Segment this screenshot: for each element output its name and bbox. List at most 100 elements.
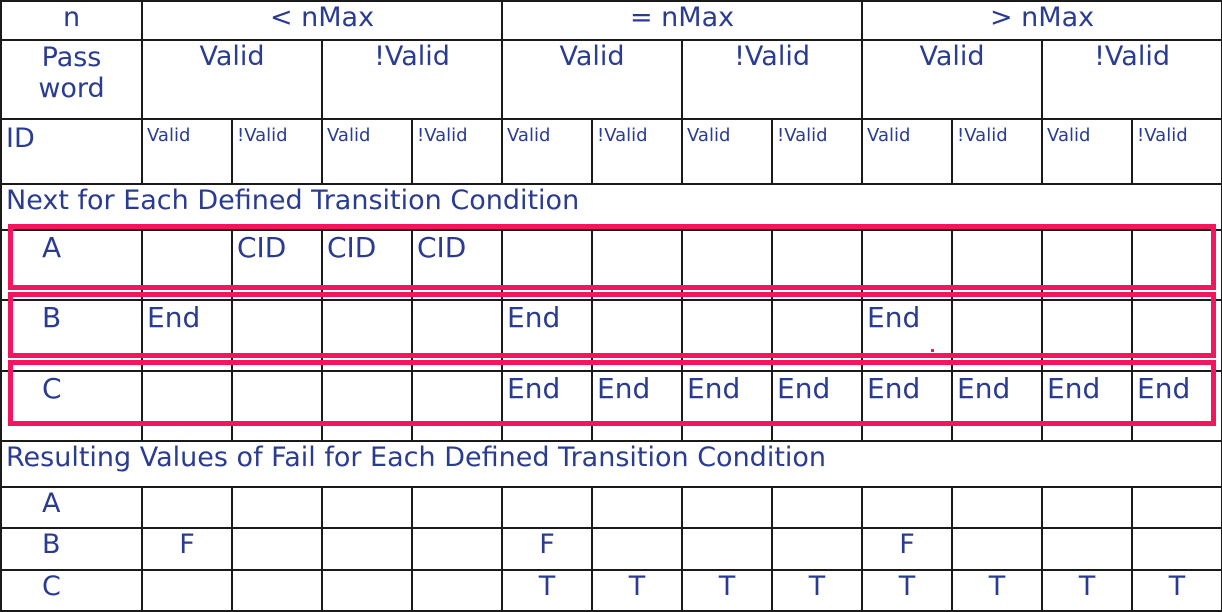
- cell-fail-b-10: [1041, 527, 1134, 571]
- header-id-1: !Valid: [231, 118, 323, 186]
- row-label-next-b: B: [0, 299, 143, 372]
- cell-next-b-0: End: [141, 299, 233, 372]
- section-heading-fail: Resulting Values of Fail for Each Define…: [0, 440, 1222, 488]
- cell-next-b-4: End: [501, 299, 594, 372]
- cell-next-b-9: [951, 299, 1044, 372]
- cell-next-a-4: [501, 228, 594, 302]
- cell-fail-b-7: [771, 527, 864, 571]
- cell-next-b-6: [681, 299, 774, 372]
- cell-fail-b-6: [681, 527, 774, 571]
- header-password-group-2: Valid: [501, 39, 684, 121]
- cell-next-c-11: End: [1131, 369, 1222, 443]
- cell-fail-c-10: T: [1041, 568, 1134, 612]
- row-label-fail-a: A: [0, 485, 143, 530]
- cell-fail-b-0: F: [141, 527, 233, 571]
- cell-fail-a-1: [231, 485, 323, 530]
- cell-next-a-1: CID: [231, 228, 323, 302]
- cell-next-c-2: [321, 369, 413, 443]
- cell-fail-a-11: [1131, 485, 1222, 530]
- cell-next-a-0: [141, 228, 233, 302]
- cell-fail-b-5: [591, 527, 684, 571]
- cell-fail-c-0: [141, 568, 233, 612]
- cell-next-c-1: [231, 369, 323, 443]
- decision-table: n < nMax = nMax > nMax Pass word Valid !…: [0, 0, 1222, 612]
- table-row: A CID CID CID: [0, 228, 1222, 302]
- cell-next-c-10: End: [1041, 369, 1134, 443]
- cell-fail-b-2: [321, 527, 413, 571]
- decision-table-container: n < nMax = nMax > nMax Pass word Valid !…: [0, 0, 1222, 612]
- cell-next-a-10: [1041, 228, 1134, 302]
- cell-fail-a-4: [501, 485, 594, 530]
- stray-ink-mark: [931, 349, 934, 352]
- section-heading-next-text: Next for Each Defined Transition Conditi…: [0, 183, 1222, 231]
- header-password-group-1: !Valid: [320, 39, 504, 121]
- cell-fail-b-3: [410, 527, 504, 571]
- header-id-4: Valid: [501, 118, 594, 186]
- cell-next-b-11: [1131, 299, 1222, 372]
- cell-next-a-5: [591, 228, 684, 302]
- cell-next-b-3: [410, 299, 504, 372]
- header-password-group-5: !Valid: [1041, 39, 1222, 121]
- cell-next-c-6: End: [681, 369, 774, 443]
- cell-fail-c-11: T: [1131, 568, 1222, 612]
- cell-fail-b-1: [231, 527, 323, 571]
- header-n-group-1: = nMax: [501, 0, 864, 42]
- cell-next-a-2: CID: [321, 228, 413, 302]
- cell-fail-c-7: T: [771, 568, 864, 612]
- header-n-group-0: < nMax: [140, 0, 504, 42]
- cell-fail-a-2: [321, 485, 413, 530]
- header-id-10: Valid: [1041, 118, 1134, 186]
- header-row-id: ID Valid !Valid Valid !Valid Valid !Vali…: [0, 118, 1222, 186]
- header-row-password: Pass word Valid !Valid Valid !Valid Vali…: [0, 39, 1222, 121]
- header-id-11: !Valid: [1131, 118, 1222, 186]
- cell-fail-a-8: [861, 485, 954, 530]
- cell-fail-a-10: [1041, 485, 1134, 530]
- cell-fail-a-7: [771, 485, 864, 530]
- cell-next-c-7: End: [771, 369, 864, 443]
- cell-fail-c-9: T: [951, 568, 1044, 612]
- header-n-label: n: [0, 0, 143, 42]
- cell-fail-b-11: [1131, 527, 1222, 571]
- cell-fail-c-4: T: [501, 568, 594, 612]
- cell-next-c-4: End: [501, 369, 594, 443]
- cell-next-a-8: [861, 228, 954, 302]
- cell-fail-c-1: [231, 568, 323, 612]
- table-row: C T T T T T T T T: [0, 568, 1222, 612]
- cell-fail-a-9: [951, 485, 1044, 530]
- section-heading-fail-text: Resulting Values of Fail for Each Define…: [0, 440, 1222, 488]
- header-n-group-2: > nMax: [861, 0, 1222, 42]
- cell-fail-a-5: [591, 485, 684, 530]
- table-row: B F F F: [0, 527, 1222, 571]
- header-password-group-0: Valid: [141, 39, 323, 121]
- header-row-n: n < nMax = nMax > nMax: [0, 0, 1222, 42]
- table-row: C End End End End End End End End: [0, 369, 1222, 443]
- cell-next-c-0: [141, 369, 233, 443]
- cell-fail-a-3: [410, 485, 504, 530]
- header-password-group-4: Valid: [861, 39, 1044, 121]
- header-password-group-3: !Valid: [681, 39, 864, 121]
- cell-next-a-11: [1131, 228, 1222, 302]
- cell-fail-c-3: [410, 568, 504, 612]
- header-id-label: ID: [0, 118, 143, 186]
- table-row: B End End End: [0, 299, 1222, 372]
- cell-fail-a-6: [681, 485, 774, 530]
- cell-fail-b-8: F: [861, 527, 954, 571]
- cell-next-c-5: End: [591, 369, 684, 443]
- cell-next-a-6: [681, 228, 774, 302]
- row-label-fail-b: B: [0, 527, 143, 571]
- header-id-2: Valid: [321, 118, 413, 186]
- cell-fail-c-8: T: [861, 568, 954, 612]
- header-id-6: Valid: [681, 118, 774, 186]
- header-id-5: !Valid: [591, 118, 684, 186]
- table-row: A: [0, 485, 1222, 530]
- cell-fail-b-9: [951, 527, 1044, 571]
- header-id-3: !Valid: [410, 118, 504, 186]
- header-id-9: !Valid: [951, 118, 1044, 186]
- cell-fail-a-0: [141, 485, 233, 530]
- cell-next-b-10: [1041, 299, 1134, 372]
- cell-next-c-3: [410, 369, 504, 443]
- cell-next-b-7: [771, 299, 864, 372]
- header-id-8: Valid: [861, 118, 954, 186]
- cell-next-b-8: End: [861, 299, 954, 372]
- header-password-label: Pass word: [0, 39, 143, 121]
